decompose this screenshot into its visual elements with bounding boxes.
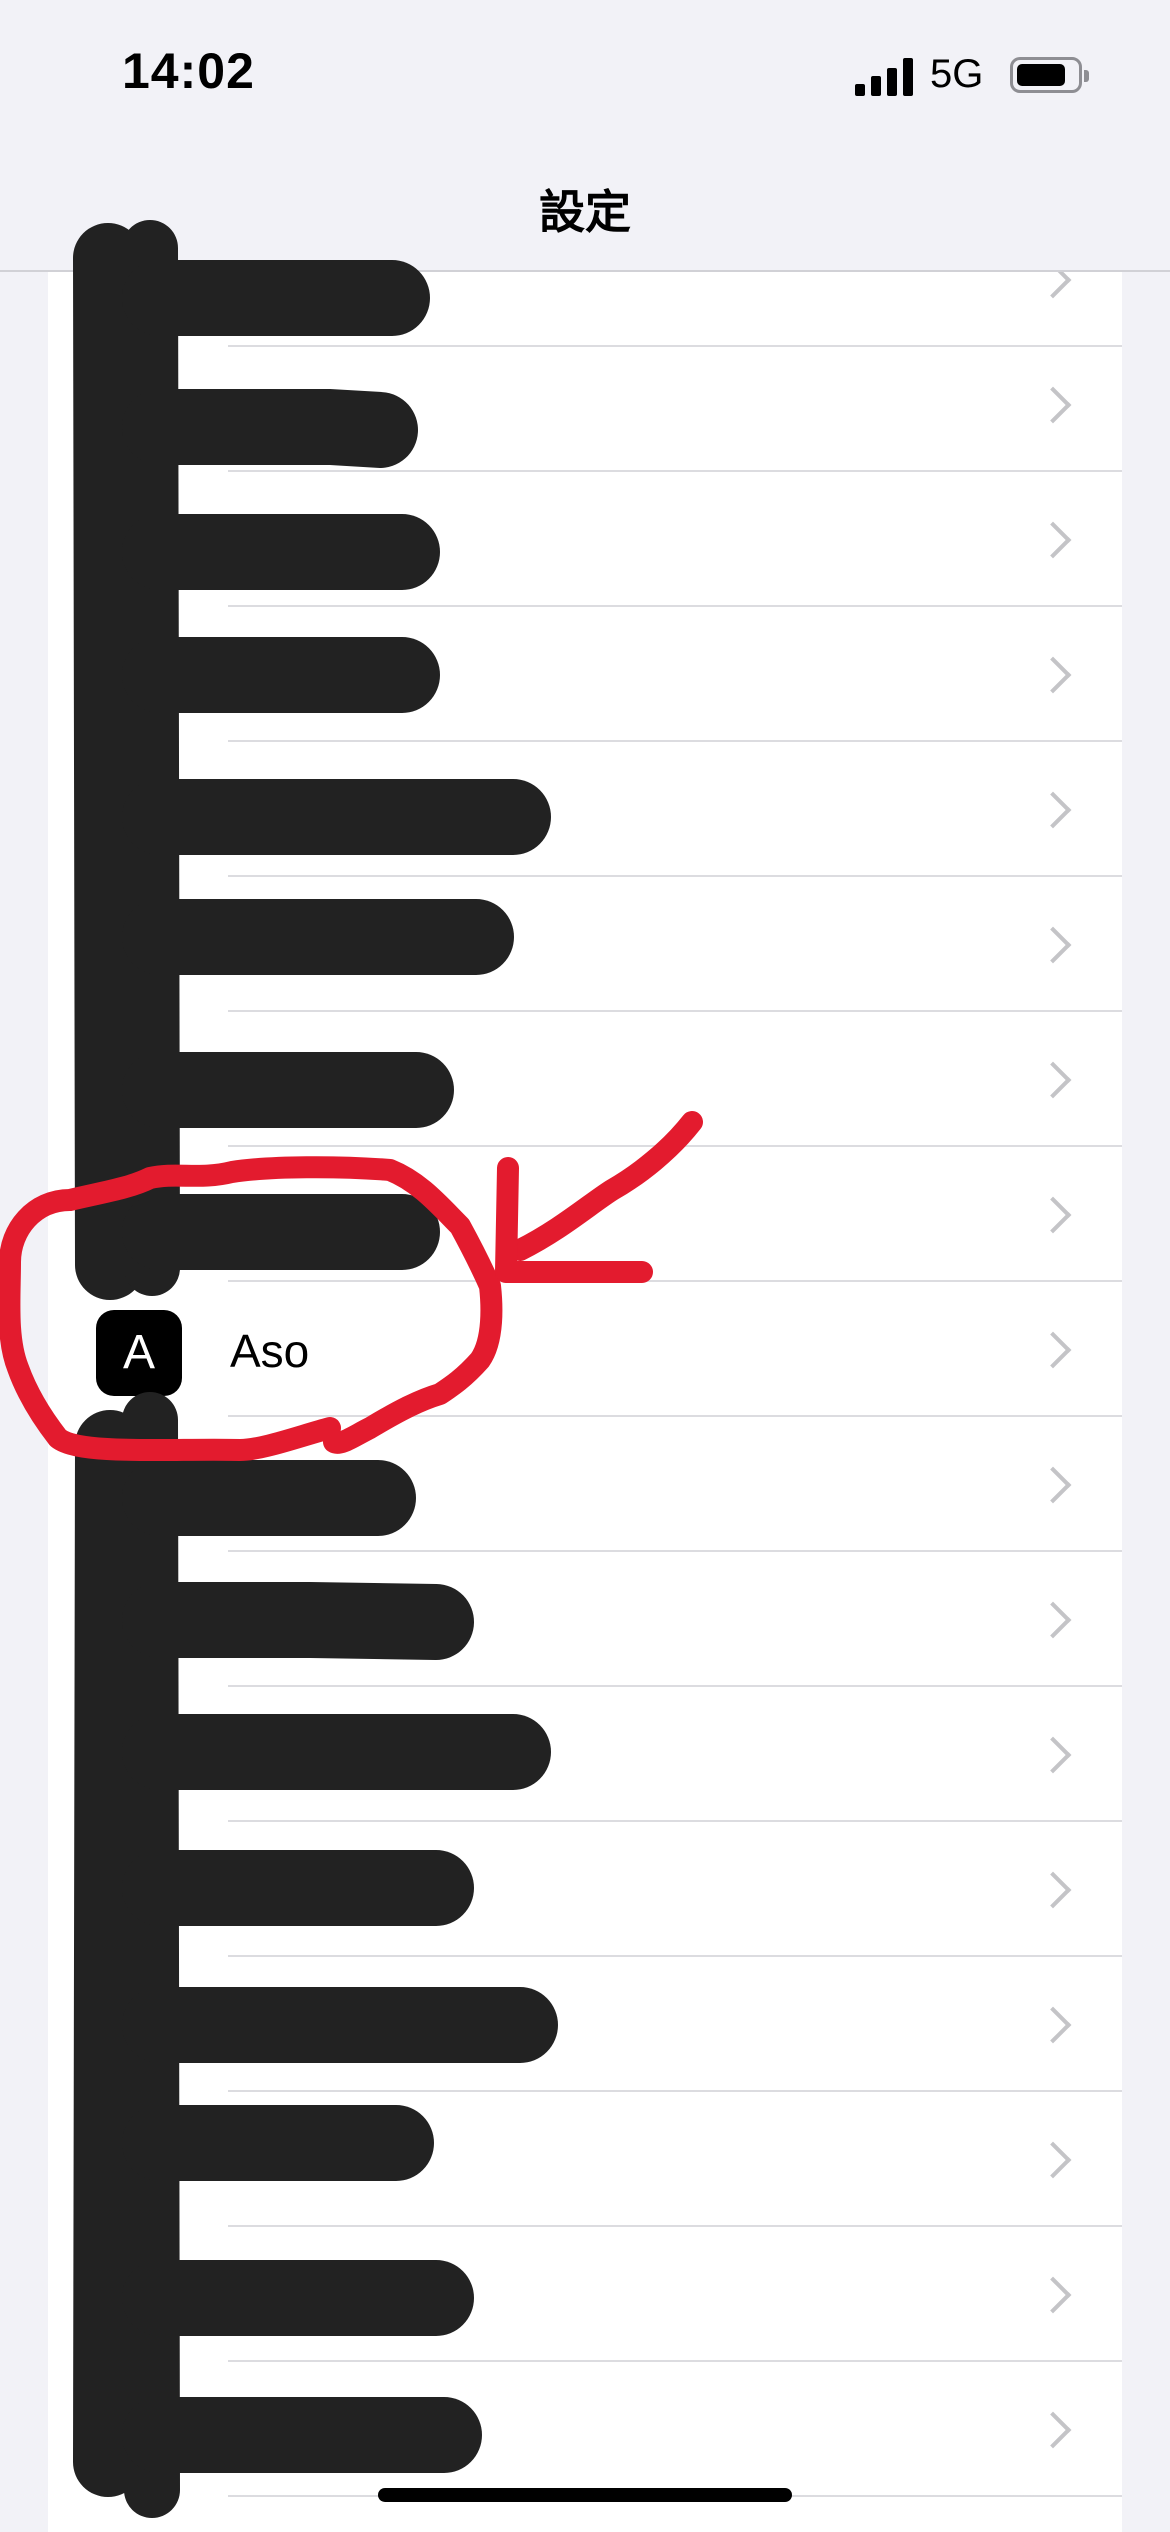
battery-terminal: [1084, 70, 1089, 82]
list-item[interactable]: [48, 337, 1122, 472]
home-indicator[interactable]: [378, 2488, 792, 2502]
chevron-right-icon: [1034, 2411, 1072, 2448]
page-title: 設定: [539, 186, 631, 238]
list-item[interactable]: [48, 1417, 1122, 1552]
battery-level: [1017, 64, 1065, 86]
chevron-right-icon: [1034, 1871, 1072, 1908]
chevron-right-icon: [1034, 386, 1072, 423]
chevron-right-icon: [1034, 1601, 1072, 1638]
list-item[interactable]: [48, 607, 1122, 742]
list-item[interactable]: [48, 1012, 1122, 1147]
chevron-right-icon: [1034, 791, 1072, 828]
list-item[interactable]: [48, 877, 1122, 1012]
chevron-right-icon: [1034, 2276, 1072, 2313]
chevron-right-icon: [1034, 926, 1072, 963]
chevron-right-icon: [1034, 272, 1072, 298]
battery-icon: [1010, 57, 1089, 93]
status-bar: 14:02 5G: [0, 0, 1170, 140]
chevron-right-icon: [1034, 1196, 1072, 1233]
chevron-right-icon: [1034, 1331, 1072, 1368]
chevron-right-icon: [1034, 1061, 1072, 1098]
navigation-bar: 設定: [0, 140, 1170, 272]
list-item[interactable]: [48, 472, 1122, 607]
list-item[interactable]: [48, 2092, 1122, 2227]
list-item[interactable]: [48, 272, 1122, 347]
list-item[interactable]: [48, 2227, 1122, 2362]
list-item[interactable]: [48, 742, 1122, 877]
aso-app-icon: A: [96, 1310, 182, 1396]
list-item[interactable]: [48, 1687, 1122, 1822]
list-item[interactable]: [48, 1147, 1122, 1282]
settings-list[interactable]: A Aso: [48, 272, 1122, 2532]
list-item[interactable]: [48, 2362, 1122, 2497]
chevron-right-icon: [1034, 2141, 1072, 2178]
status-time: 14:02: [122, 43, 255, 99]
list-item[interactable]: [48, 1552, 1122, 1687]
signal-icon: [855, 58, 917, 96]
list-item[interactable]: [48, 1957, 1122, 2092]
chevron-right-icon: [1034, 2006, 1072, 2043]
chevron-right-icon: [1034, 521, 1072, 558]
chevron-right-icon: [1034, 656, 1072, 693]
list-item-aso[interactable]: A Aso: [48, 1282, 1122, 1417]
network-label: 5G: [930, 52, 984, 96]
list-item-label: Aso: [230, 1325, 310, 1377]
chevron-right-icon: [1034, 1736, 1072, 1773]
chevron-right-icon: [1034, 1466, 1072, 1503]
list-item[interactable]: [48, 1822, 1122, 1957]
